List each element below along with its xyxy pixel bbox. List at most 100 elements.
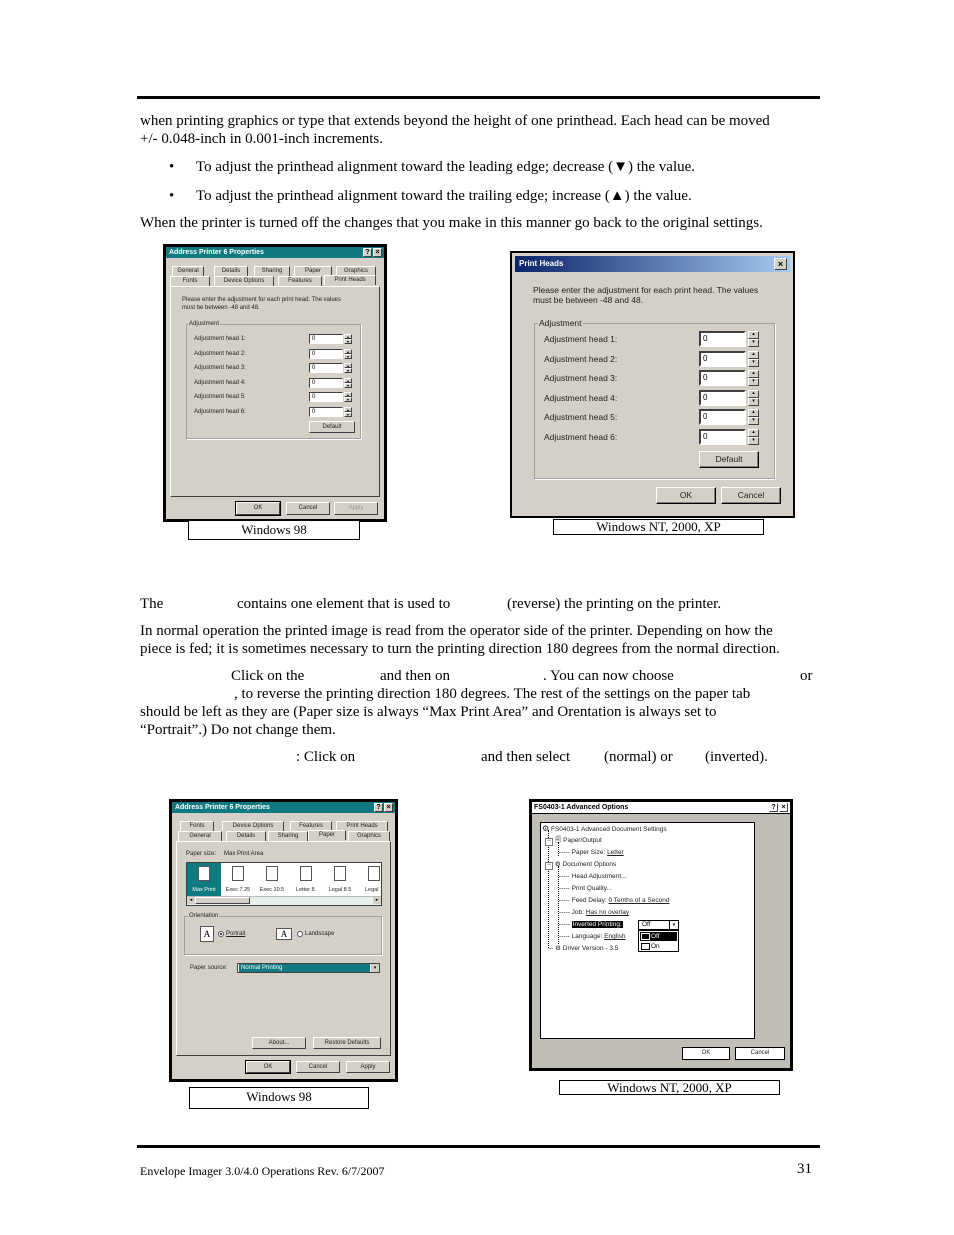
dropdown-option-on[interactable]: On [640,942,677,951]
default-button[interactable]: Default [309,421,355,433]
head-spinner[interactable]: ▴ ▾ [748,350,759,367]
paper-size-item[interactable]: Legal 1 [357,863,381,898]
root-node[interactable]: ⚙ FS0403-1 Advanced Document Settings [542,825,667,834]
tab-features[interactable]: Features [278,276,322,286]
help-button[interactable]: ? [374,803,383,812]
default-button[interactable]: Default [699,451,759,468]
tab-general[interactable]: General [172,266,204,276]
tab-graphics[interactable]: Graphics [348,831,390,841]
tab-device-options[interactable]: Device Options [214,276,274,286]
chevron-down-icon[interactable]: ▾ [371,964,379,972]
paper-size-list[interactable]: Max Print Exec 7.25 Exec 10.5 Letter 8. … [186,862,382,906]
head-value-input[interactable]: 0 [699,389,746,406]
head-value-input[interactable]: 0 [699,331,746,347]
landscape-label[interactable]: Landscape [305,930,334,938]
tab-paper[interactable]: Paper [308,830,346,840]
close-button[interactable]: × [373,248,382,257]
chevron-down-icon[interactable]: ▾ [669,921,678,929]
head-spinner[interactable]: ▴ ▾ [748,389,759,406]
spin-up-icon[interactable]: ▴ [748,331,759,339]
spin-down-icon[interactable]: ▾ [344,397,352,402]
head-spinner[interactable]: ▴ ▾ [344,348,352,359]
spin-up-icon[interactable]: ▴ [748,428,759,437]
paper-output-node[interactable]: − 🗐 Paper/Output [545,837,602,846]
ok-button[interactable]: OK [235,501,281,516]
spin-down-icon[interactable]: ▾ [748,417,759,425]
dropdown-option-off[interactable]: Off [640,932,677,941]
head-spinner[interactable]: ▴ ▾ [344,334,352,344]
head-value-input[interactable]: 0 [309,363,343,373]
spin-up-icon[interactable]: ▴ [748,389,759,398]
spin-down-icon[interactable]: ▾ [344,411,352,417]
spin-up-icon[interactable]: ▴ [748,409,759,417]
portrait-label[interactable]: Portrait [226,930,245,938]
head-value-input[interactable]: 0 [699,370,746,386]
paper-source-select[interactable]: Normal Printing ▾ [237,963,380,973]
close-button[interactable]: × [384,803,393,812]
head-spinner[interactable]: ▴ ▾ [344,363,352,373]
ok-button[interactable]: OK [656,487,716,504]
head-value-input[interactable]: 0 [309,392,343,402]
spin-up-icon[interactable]: ▴ [748,350,759,359]
paper-size-node[interactable]: ----- Paper Size: Letter [559,849,624,857]
head-value-input[interactable]: 0 [699,428,746,445]
portrait-radio[interactable] [218,931,224,937]
head-spinner[interactable]: ▴ ▾ [344,406,352,417]
spin-down-icon[interactable]: ▾ [344,339,352,344]
head-spinner[interactable]: ▴ ▾ [748,409,759,425]
collapse-icon[interactable]: − [545,838,553,846]
inverted-printing-node[interactable]: ----- Inverted Printing: [559,921,623,929]
help-button[interactable]: ? [769,803,778,812]
paper-size-item[interactable]: Max Print [187,863,221,898]
spin-up-icon[interactable]: ▴ [748,370,759,378]
print-quality-node[interactable]: ----- Print Quality... [559,885,612,893]
settings-tree[interactable]: ⚙ FS0403-1 Advanced Document Settings − … [540,822,755,1039]
head-spinner[interactable]: ▴ ▾ [748,428,759,445]
scroll-left-icon[interactable]: ◂ [187,897,195,904]
head-spinner[interactable]: ▴ ▾ [748,370,759,386]
paper-size-item[interactable]: Letter 8. [289,863,323,898]
landscape-radio[interactable] [297,931,303,937]
spin-down-icon[interactable]: ▾ [748,397,759,406]
inverted-printing-select[interactable]: Off ▾ [638,920,679,930]
paper-size-item[interactable]: Exec 10.5 [255,863,289,898]
spin-down-icon[interactable]: ▾ [344,382,352,388]
head-value-input[interactable]: 0 [309,406,343,417]
tab-general[interactable]: General [178,831,222,841]
paper-size-value[interactable]: Letter [607,849,624,856]
language-value[interactable]: English [604,933,625,940]
close-button[interactable]: × [779,803,788,812]
job-value[interactable]: Has no overlay [586,909,629,916]
spin-down-icon[interactable]: ▾ [748,378,759,386]
close-button[interactable]: × [774,258,787,270]
paper-size-item[interactable]: Exec 7.25 [221,863,255,898]
head-value-input[interactable]: 0 [309,377,343,388]
tab-fonts[interactable]: Fonts [180,821,214,831]
spin-down-icon[interactable]: ▾ [748,358,759,367]
cancel-button[interactable]: Cancel [735,1047,785,1060]
feed-delay-node[interactable]: ----- Feed Delay: 0 Tenths of a Second [559,897,669,905]
document-options-node[interactable]: − ⚙ Document Options [545,861,616,870]
head-value-input[interactable]: 0 [699,350,746,367]
paper-size-item[interactable]: Legal 8.5 [323,863,357,898]
tab-details[interactable]: Details [226,831,266,841]
job-node[interactable]: ----- Job: Has no overlay [559,909,629,917]
head-value-input[interactable]: 0 [309,334,343,344]
tab-sharing[interactable]: Sharing [254,266,290,276]
restore-defaults-button[interactable]: Restore Defaults [313,1037,381,1049]
cancel-button[interactable]: Cancel [296,1061,340,1073]
tab-print-heads[interactable]: Print Heads [324,275,376,285]
spin-down-icon[interactable]: ▾ [748,436,759,445]
head-spinner[interactable]: ▴ ▾ [344,392,352,402]
spin-down-icon[interactable]: ▾ [344,368,352,373]
cancel-button[interactable]: Cancel [286,502,330,515]
scroll-right-icon[interactable]: ▸ [373,897,381,904]
cancel-button[interactable]: Cancel [721,487,781,504]
spin-down-icon[interactable]: ▾ [344,353,352,359]
head-adjustment-node[interactable]: ----- Head Adjustment... [559,873,627,881]
scroll-thumb[interactable] [195,897,250,904]
head-spinner[interactable]: ▴ ▾ [344,377,352,388]
head-spinner[interactable]: ▴ ▾ [748,331,759,347]
collapse-icon[interactable]: − [545,862,553,870]
horizontal-scrollbar[interactable]: ◂ ▸ [187,896,381,905]
